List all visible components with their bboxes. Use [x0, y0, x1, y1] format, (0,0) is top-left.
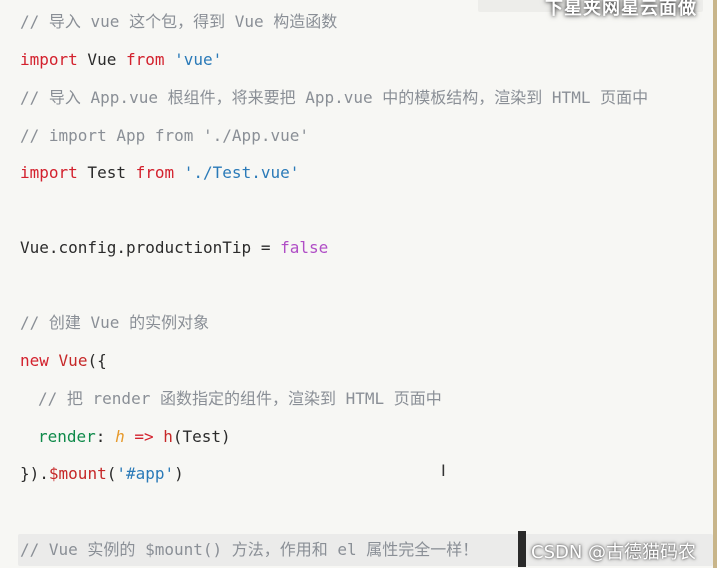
code-line[interactable]: // import App from './App.vue' — [20, 126, 309, 146]
code-line[interactable]: import Vue from 'vue' — [20, 50, 222, 70]
code-token-keyword: from — [125, 50, 165, 69]
code-token-keyword: from — [135, 163, 175, 182]
code-token-keyword: new — [20, 351, 49, 370]
window-edge — [713, 0, 717, 568]
code-line[interactable]: Vue.config.productionTip = false — [20, 238, 328, 258]
code-token-comment: // 创建 Vue 的实例对象 — [20, 313, 210, 332]
video-caption: 下星夹网星云面做 — [545, 0, 697, 19]
code-token-prop: render — [38, 427, 96, 446]
code-token-string: './Test.vue' — [183, 163, 300, 182]
code-token-comment: // 导入 App.vue 根组件，将来要把 App.vue 中的模板结构，渲染… — [20, 88, 649, 107]
code-token-param: h — [115, 427, 125, 446]
code-line[interactable]: // 导入 App.vue 根组件，将来要把 App.vue 中的模板结构，渲染… — [20, 88, 648, 108]
code-line[interactable]: new Vue({ — [20, 351, 107, 371]
code-token-plain: (Test) — [172, 427, 231, 446]
code-token-string: '#app' — [116, 464, 175, 483]
code-token-bool: false — [280, 238, 329, 257]
code-line[interactable]: import Test from './Test.vue' — [20, 163, 299, 183]
code-line[interactable]: // Vue 实例的 $mount() 方法，作用和 el 属性完全一样！ — [20, 540, 478, 560]
text-cursor-icon: I — [441, 461, 446, 480]
code-token-keyword: => — [134, 427, 154, 446]
code-line[interactable]: render: h => h(Test) — [38, 427, 231, 447]
code-token-plain: Vue.config.productionTip = — [20, 238, 281, 257]
code-token-keyword: import — [20, 163, 78, 182]
code-token-comment: // 把 render 函数指定的组件，渲染到 HTML 页面中 — [38, 389, 442, 408]
code-token-plain: Test — [77, 163, 136, 182]
code-token-plain: ) — [174, 464, 184, 483]
caret-block — [518, 531, 526, 567]
code-line[interactable]: // 创建 Vue 的实例对象 — [20, 313, 209, 333]
code-line[interactable]: // 导入 vue 这个包，得到 Vue 构造函数 — [20, 12, 337, 32]
code-token-fn: Vue — [58, 351, 88, 370]
code-line[interactable]: // 把 render 函数指定的组件，渲染到 HTML 页面中 — [38, 389, 442, 409]
code-token-string: 'vue' — [174, 50, 223, 69]
code-token-plain: }). — [20, 464, 49, 483]
code-token-comment: // 导入 vue 这个包，得到 Vue 构造函数 — [20, 12, 338, 31]
code-token-plain: ( — [106, 464, 117, 483]
code-token-comment: // Vue 实例的 $mount() 方法，作用和 el 属性完全一样！ — [20, 540, 479, 559]
code-token-plain: : — [95, 427, 116, 446]
code-token-plain: Vue — [77, 50, 126, 69]
code-editor[interactable]: // 导入 vue 这个包，得到 Vue 构造函数 import Vue fro… — [0, 0, 717, 568]
code-token-plain: ({ — [87, 351, 107, 370]
code-token-fn: $mount — [48, 464, 107, 483]
code-line[interactable]: }).$mount('#app') — [20, 464, 184, 484]
code-token-keyword: import — [20, 50, 78, 69]
code-token-fn: h — [163, 427, 173, 446]
code-token-comment: // import App from './App.vue' — [20, 126, 309, 145]
csdn-watermark: CSDN @古德猫码农 — [531, 542, 697, 563]
